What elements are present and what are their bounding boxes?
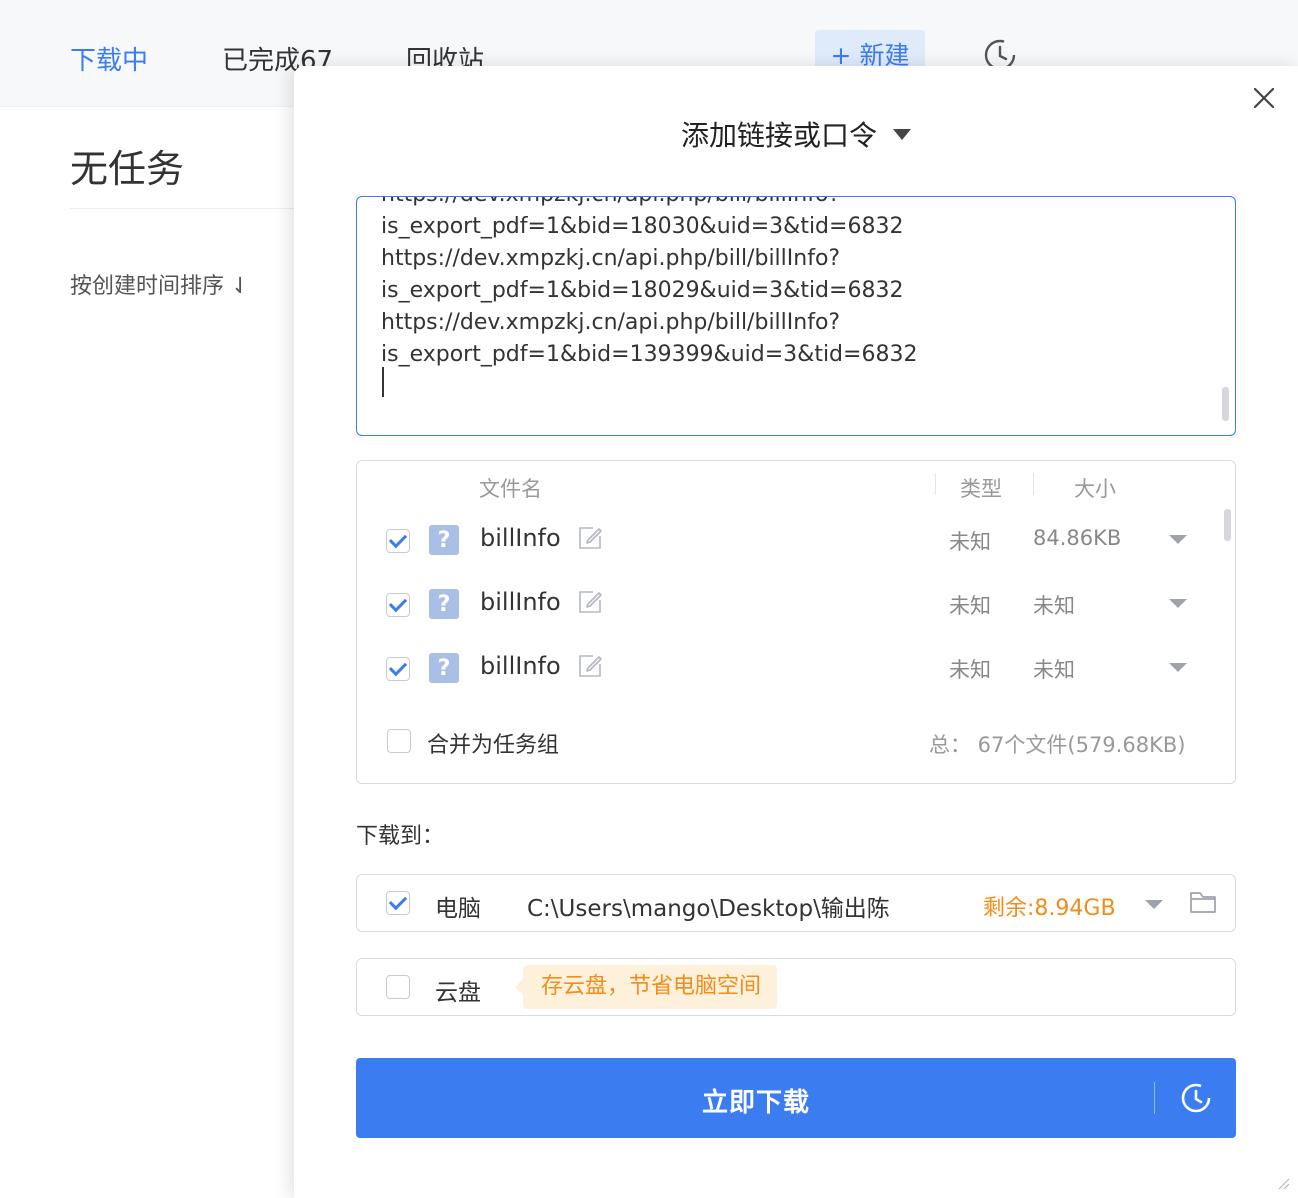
folder-icon[interactable]	[1189, 889, 1217, 915]
sort-by-created-time[interactable]: 按创建时间排序 ⇃	[70, 268, 249, 300]
merge-task-group-checkbox[interactable]	[387, 729, 411, 753]
save-to-pc-option: 电脑 C:\Users\mango\Desktop\输出陈 剩余:8.94GB	[356, 874, 1236, 932]
close-icon[interactable]	[1252, 86, 1276, 110]
column-header-type: 类型	[960, 477, 1002, 501]
path-dropdown-caret-icon[interactable]	[1145, 900, 1163, 909]
file-name: billInfo	[480, 524, 561, 552]
unknown-file-icon: ?	[429, 589, 459, 619]
file-list-table: 文件名 类型 大小 ? billInfo 未知 84.86KB ? billIn…	[356, 460, 1236, 784]
text-cursor	[382, 367, 384, 397]
download-now-label: 立即下载	[701, 1088, 810, 1118]
table-row: ? billInfo 未知 84.86KB	[357, 511, 1235, 571]
file-type: 未知	[949, 530, 991, 554]
row-checkbox[interactable]	[386, 593, 410, 617]
file-name: billInfo	[480, 652, 561, 680]
column-header-size: 大小	[1074, 477, 1116, 501]
row-dropdown-caret-icon[interactable]	[1169, 599, 1187, 608]
empty-state-title: 无任务	[70, 147, 185, 191]
divider	[70, 208, 300, 209]
file-size: 84.86KB	[1033, 526, 1122, 550]
link-input-textarea[interactable]: https://dev.xmpzkj.cn/api.php/bill/billI…	[356, 196, 1236, 436]
edit-icon[interactable]	[577, 589, 603, 615]
resize-grip-icon[interactable]	[1278, 1178, 1290, 1190]
file-type: 未知	[949, 594, 991, 618]
button-divider	[1154, 1082, 1155, 1114]
link-input-text: https://dev.xmpzkj.cn/api.php/bill/billI…	[381, 197, 918, 367]
pc-label: 电脑	[435, 896, 481, 922]
cloud-promo-tip: 存云盘，节省电脑空间	[514, 965, 778, 1009]
schedule-clock-icon[interactable]	[1180, 1082, 1212, 1114]
tab-downloading[interactable]: 下载中	[70, 40, 148, 77]
save-to-cloud-option: 云盘 存云盘，节省电脑空间	[356, 958, 1236, 1016]
column-header-name: 文件名	[479, 477, 542, 501]
cloud-label: 云盘	[435, 980, 481, 1006]
total-files-summary: 总： 67个文件(579.68KB)	[929, 733, 1186, 757]
add-link-dialog: 添加链接或口令 https://dev.xmpzkj.cn/api.php/bi…	[294, 66, 1298, 1198]
unknown-file-icon: ?	[429, 653, 459, 683]
column-separator	[1033, 473, 1034, 495]
download-now-button[interactable]: 立即下载	[356, 1058, 1236, 1138]
link-input-scrollbar[interactable]	[1222, 387, 1229, 421]
merge-task-group-label[interactable]: 合并为任务组	[427, 727, 559, 759]
table-row: ? billInfo 未知 未知	[357, 639, 1235, 699]
row-checkbox[interactable]	[386, 529, 410, 553]
edit-icon[interactable]	[577, 525, 603, 551]
cloud-checkbox[interactable]	[386, 975, 410, 999]
pc-checkbox[interactable]	[386, 891, 410, 915]
row-dropdown-caret-icon[interactable]	[1169, 663, 1187, 672]
file-size: 未知	[1033, 658, 1075, 682]
file-size: 未知	[1033, 594, 1075, 618]
file-name: billInfo	[480, 588, 561, 616]
file-type: 未知	[949, 658, 991, 682]
column-separator	[935, 473, 936, 495]
save-to-label: 下载到：	[356, 824, 445, 849]
save-path[interactable]: C:\Users\mango\Desktop\输出陈	[527, 889, 890, 923]
remaining-space: 剩余:8.94GB	[983, 896, 1116, 921]
row-checkbox[interactable]	[386, 657, 410, 681]
dialog-title-dropdown[interactable]: 添加链接或口令	[294, 114, 1298, 154]
dialog-title: 添加链接或口令	[680, 119, 877, 152]
file-list-scrollbar[interactable]	[1224, 509, 1231, 541]
row-dropdown-caret-icon[interactable]	[1169, 535, 1187, 544]
dropdown-caret-icon	[893, 128, 911, 140]
edit-icon[interactable]	[577, 653, 603, 679]
table-row: ? billInfo 未知 未知	[357, 575, 1235, 635]
unknown-file-icon: ?	[429, 525, 459, 555]
